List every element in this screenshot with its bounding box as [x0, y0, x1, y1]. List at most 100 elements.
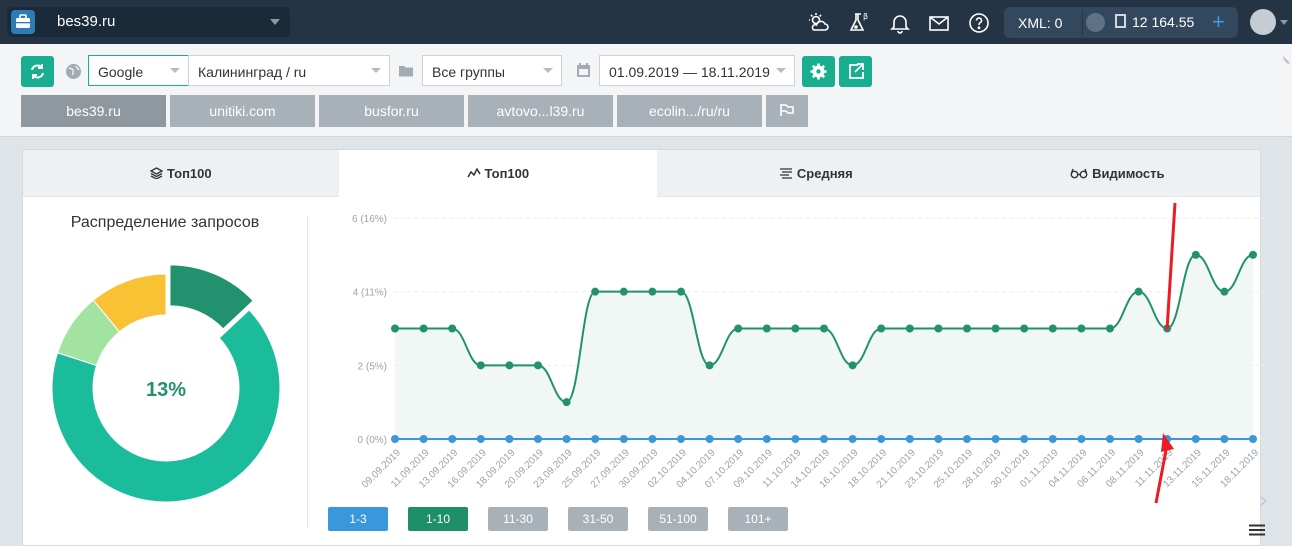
search-engine-select[interactable]: Google [88, 55, 189, 86]
point-1-3 [562, 435, 571, 443]
settings-button[interactable] [802, 56, 835, 87]
wallet-icon [1086, 13, 1105, 32]
project-selector[interactable]: bes39.ru [7, 7, 290, 37]
tab-visibility[interactable]: Видимость [975, 150, 1260, 197]
balance-value: 12 164.55 [1132, 14, 1195, 30]
point-1-3 [1020, 435, 1029, 443]
point-1-10 [562, 398, 571, 407]
pin-icon[interactable] [1280, 54, 1292, 66]
compare-sites-button[interactable] [766, 95, 808, 127]
calendar-icon [576, 62, 591, 78]
top-bar: bes39.ru β XML: 0 12 164.55 + [0, 0, 1292, 44]
date-range-value: 01.09.2019 — 18.11.2019 [609, 64, 770, 80]
point-1-10 [505, 361, 514, 370]
weather-icon[interactable] [808, 12, 830, 34]
point-1-10 [1134, 287, 1143, 296]
point-1-3 [534, 435, 542, 443]
range-button-31-50[interactable]: 31-50 [568, 507, 628, 531]
point-1-3 [448, 435, 457, 443]
donut-title: Распределение запросов [70, 214, 260, 231]
y-tick-label: 2 (5%) [358, 361, 387, 372]
tab-label: Топ100 [167, 166, 212, 181]
y-tick-label: 4 (11%) [353, 288, 387, 299]
point-1-10 [1020, 324, 1029, 333]
glasses-icon [1071, 168, 1088, 179]
flag-icon [780, 104, 794, 116]
y-tick-label: 6 (16%) [352, 214, 387, 225]
point-1-10 [1220, 287, 1229, 296]
point-1-10 [1191, 250, 1200, 259]
point-1-10 [1048, 324, 1057, 333]
mail-icon[interactable] [928, 12, 950, 34]
help-icon[interactable] [968, 12, 990, 34]
group-select[interactable]: Все группы [422, 55, 562, 86]
range-button-1-10[interactable]: 1-10 [408, 507, 468, 531]
globe-icon [65, 63, 82, 80]
point-1-3 [1134, 435, 1143, 443]
point-1-10 [963, 324, 971, 333]
point-1-10 [391, 324, 399, 333]
add-funds-button[interactable]: + [1212, 9, 1225, 35]
refresh-button[interactable] [21, 56, 54, 87]
site-tab-unitiki[interactable]: unitiki.com [170, 95, 315, 127]
scroll-right-icon [1260, 496, 1268, 506]
avatar[interactable] [1250, 9, 1276, 35]
export-button[interactable] [839, 56, 872, 87]
point-1-10 [534, 361, 542, 370]
briefcase-icon [11, 10, 35, 34]
site-tab-busfor[interactable]: busfor.ru [319, 95, 464, 127]
tab-label: Топ100 [484, 166, 530, 181]
chart-menu-icon[interactable] [1249, 523, 1265, 536]
layers-icon [150, 167, 164, 180]
flask-beta-icon[interactable]: β [848, 12, 870, 34]
lines-icon [780, 168, 793, 179]
series-area [395, 254, 1253, 439]
point-1-3 [505, 435, 514, 443]
chevron-down-icon [371, 68, 381, 73]
site-tab-ecolin[interactable]: ecolin.../ru/ru [617, 95, 762, 127]
site-tab-bes39[interactable]: bes39.ru [21, 95, 166, 127]
point-1-3 [419, 435, 428, 443]
point-1-3 [619, 435, 628, 443]
date-range-select[interactable]: 01.09.2019 — 18.11.2019 [599, 55, 795, 86]
tab-label: Средняя [796, 166, 853, 181]
point-1-10 [619, 287, 628, 296]
point-1-3 [1249, 435, 1257, 443]
range-button-101+[interactable]: 101+ [728, 507, 788, 531]
point-1-3 [705, 435, 714, 443]
point-1-3 [1220, 435, 1229, 443]
point-1-10 [734, 324, 743, 333]
tab-top100-distribution[interactable]: Топ100 [23, 150, 339, 197]
distribution-donut-chart: 13% [51, 264, 281, 503]
point-1-10 [762, 324, 771, 333]
line-chart-icon [467, 167, 481, 178]
qr-icon [1115, 14, 1126, 28]
point-1-3 [391, 435, 399, 443]
main-card: Топ100 Топ100 Средняя Видимость Распреде… [22, 149, 1268, 546]
tab-top100-dynamics[interactable]: Топ100 [339, 150, 657, 198]
point-1-10 [705, 361, 714, 370]
xml-counter: XML: 0 [1018, 15, 1063, 31]
region-select[interactable]: Калининград / ru [188, 55, 390, 86]
region-value: Калининград / ru [198, 64, 307, 80]
point-1-10 [1077, 324, 1086, 333]
range-button-1-3[interactable]: 1-3 [328, 507, 388, 531]
point-1-10 [1249, 250, 1257, 259]
tab-average[interactable]: Средняя [657, 150, 975, 197]
search-engine-value: Google [98, 64, 144, 80]
site-tab-avtovo[interactable]: avtovo...l39.ru [468, 95, 613, 127]
point-1-3 [591, 435, 600, 443]
point-1-10 [991, 324, 1000, 333]
range-button-51-100[interactable]: 51-100 [648, 507, 708, 531]
chevron-down-icon [776, 68, 786, 73]
range-button-11-30[interactable]: 11-30 [488, 507, 548, 531]
chevron-down-icon[interactable] [1280, 20, 1288, 25]
point-1-10 [677, 287, 685, 296]
bell-icon[interactable] [889, 12, 911, 34]
point-1-3 [963, 435, 971, 443]
y-tick-label: 0 (0%) [358, 435, 387, 446]
chevron-down-icon [543, 68, 553, 73]
point-1-3 [762, 435, 771, 443]
point-1-3 [1048, 435, 1057, 443]
positions-line-chart: 0 (0%)2 (5%)4 (11%)6 (16%)09.09.201911.0… [352, 214, 1268, 506]
